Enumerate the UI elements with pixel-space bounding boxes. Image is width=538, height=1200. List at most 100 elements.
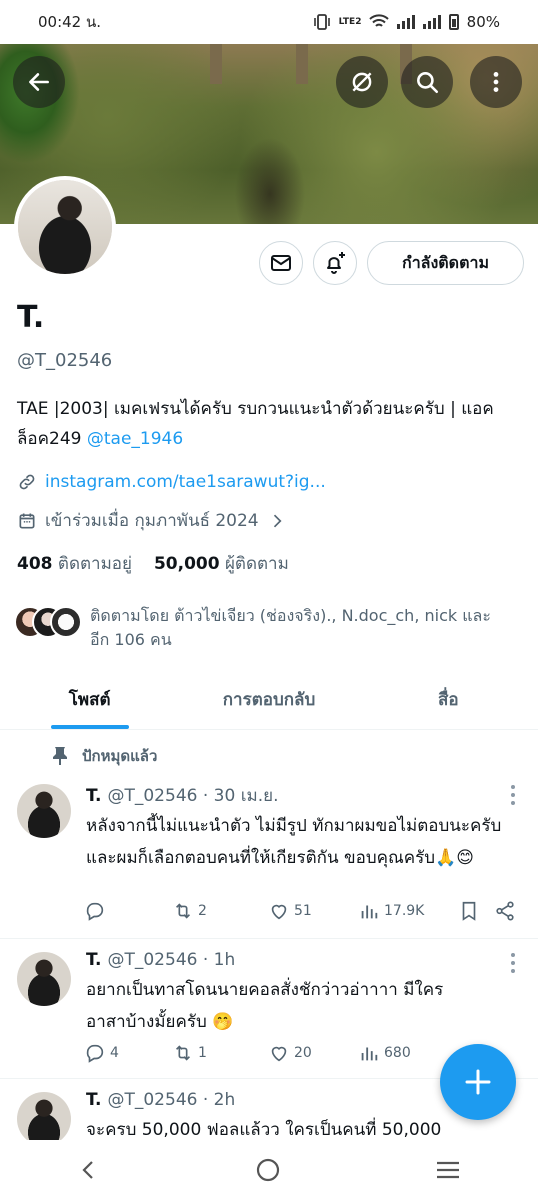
bookmark-icon: [462, 901, 476, 921]
reply-icon: [86, 902, 104, 921]
views-button[interactable]: 17.9K: [358, 900, 458, 922]
nav-home-icon[interactable]: [255, 1157, 281, 1183]
back-button[interactable]: [13, 56, 65, 108]
followers-label: ผู้ติดตาม: [224, 554, 289, 574]
pinned-label: ปักหมุดแล้ว: [82, 747, 158, 765]
pin-icon: [53, 747, 67, 765]
tab-media[interactable]: สื่อ: [359, 670, 538, 729]
search-icon: [417, 72, 439, 94]
tweet-author-name[interactable]: T.: [86, 950, 101, 970]
follow-counts: 408 ติดตามอยู่ 50,000 ผู้ติดตาม: [17, 550, 289, 577]
nav-back-icon[interactable]: [77, 1158, 101, 1182]
profile-avatar[interactable]: [14, 176, 116, 278]
tweet-text: หลังจากนี้ไม่แนะนำตัว ไม่มีรูป ทักมาผมขอ…: [86, 816, 502, 868]
like-button[interactable]: 51: [268, 900, 358, 922]
retweet-button[interactable]: 2: [172, 900, 268, 922]
banner-tree-trunk: [296, 44, 308, 84]
message-button[interactable]: [259, 241, 303, 285]
tab-replies[interactable]: การตอบกลับ: [179, 670, 358, 729]
tab-posts[interactable]: โพสต์: [0, 670, 179, 729]
nav-recents-icon[interactable]: [435, 1158, 461, 1182]
retweet-icon: [175, 1045, 191, 1061]
status-time: 00:42 น.: [38, 13, 102, 31]
tweet-text: อยากเป็นทาสโดนนายคอลสั่งชักว่าวอ่าาาา มี…: [86, 980, 444, 1032]
avatar[interactable]: [17, 1092, 71, 1146]
status-bar: 00:42 น. LTE2 80%: [0, 0, 538, 44]
search-button[interactable]: [401, 56, 453, 108]
wifi-icon: [368, 14, 389, 27]
more-vertical-icon: [493, 72, 499, 92]
profile-tabs: โพสต์ การตอบกลับ สื่อ: [0, 670, 538, 730]
share-icon: [496, 901, 514, 921]
profile-name: T.: [17, 300, 45, 335]
following-label: ติดตามอยู่: [57, 554, 132, 574]
retweet-count: 2: [198, 903, 207, 919]
link-icon: [19, 474, 35, 490]
followed-by-row[interactable]: ติดตามโดย ต้าวไข่เจียว (ช่องจริง)., N.do…: [14, 604, 510, 652]
avatar: [50, 606, 82, 638]
view-count: 17.9K: [384, 903, 425, 919]
tweet-meta: @T_02546 · 1h: [107, 950, 236, 970]
reply-button[interactable]: 4: [84, 1042, 172, 1064]
avatar[interactable]: [17, 952, 71, 1006]
avatar-image: [18, 180, 112, 274]
calendar-icon: [19, 513, 35, 528]
chevron-right-icon: [273, 514, 282, 527]
reply-count: 4: [110, 1045, 119, 1061]
tweet-meta: @T_02546 · 30 เม.ย.: [107, 786, 279, 806]
following-count: 408: [17, 554, 53, 574]
banner-tree-trunk: [210, 44, 222, 84]
network-label: LTE2: [338, 16, 362, 27]
tweet-more-button[interactable]: [510, 785, 516, 805]
pinned-label-row: ปักหมุดแล้ว: [52, 744, 157, 768]
heart-icon: [271, 904, 287, 920]
views-button[interactable]: 680: [358, 1042, 458, 1064]
share-button[interactable]: [494, 900, 516, 922]
view-count: 680: [384, 1045, 411, 1061]
back-arrow-icon: [29, 73, 49, 91]
bookmark-button[interactable]: [458, 900, 494, 922]
following-link[interactable]: 408 ติดตามอยู่: [17, 550, 132, 577]
like-count: 51: [294, 903, 312, 919]
joined-row[interactable]: เข้าร่วมเมื่อ กุมภาพันธ์ 2024: [17, 507, 287, 534]
following-button[interactable]: กำลังติดตาม: [367, 241, 524, 285]
mail-icon: [271, 255, 291, 271]
tweet-actions: 2 51 17.9K: [84, 900, 516, 922]
views-chart-icon: [361, 905, 378, 919]
signal-icon-2: [422, 15, 441, 29]
status-icons: LTE2 80%: [313, 13, 500, 31]
grok-icon: [352, 72, 372, 92]
tweet-more-button[interactable]: [510, 953, 516, 973]
retweet-icon: [175, 903, 191, 919]
bell-plus-icon: [327, 252, 345, 274]
website-link[interactable]: instagram.com/tae1sarawut?ig...: [45, 472, 326, 492]
followers-count: 50,000: [153, 554, 220, 574]
profile-handle: @T_02546: [17, 350, 113, 371]
tweet-header: T. @T_02546 · 2h: [86, 1090, 235, 1110]
system-nav-bar: [0, 1140, 538, 1200]
tweet-meta: @T_02546 · 2h: [107, 1090, 236, 1110]
bio-mention-link[interactable]: @tae_1946: [87, 429, 183, 449]
reply-button[interactable]: [84, 900, 172, 922]
plus-icon: [465, 1069, 491, 1095]
tweet-author-name[interactable]: T.: [86, 786, 101, 806]
notify-button[interactable]: [313, 241, 357, 285]
divider: [0, 938, 538, 939]
vibrate-icon: [313, 14, 330, 30]
grok-button[interactable]: [336, 56, 388, 108]
like-button[interactable]: 20: [268, 1042, 358, 1064]
reply-icon: [86, 1044, 104, 1063]
retweet-count: 1: [198, 1045, 207, 1061]
tweet-header: T. @T_02546 · 30 เม.ย.: [86, 782, 278, 809]
avatar[interactable]: [17, 784, 71, 838]
followed-by-text: ติดตามโดย ต้าวไข่เจียว (ช่องจริง)., N.do…: [90, 606, 491, 649]
retweet-button[interactable]: 1: [172, 1042, 268, 1064]
more-options-button[interactable]: [470, 56, 522, 108]
joined-date: เข้าร่วมเมื่อ กุมภาพันธ์ 2024: [45, 511, 259, 531]
heart-icon: [271, 1046, 287, 1062]
signal-icon: [396, 15, 415, 29]
tweet-author-name[interactable]: T.: [86, 1090, 101, 1110]
compose-button[interactable]: [440, 1044, 516, 1120]
followers-link[interactable]: 50,000 ผู้ติดตาม: [154, 550, 289, 577]
battery-icon: [448, 14, 459, 30]
